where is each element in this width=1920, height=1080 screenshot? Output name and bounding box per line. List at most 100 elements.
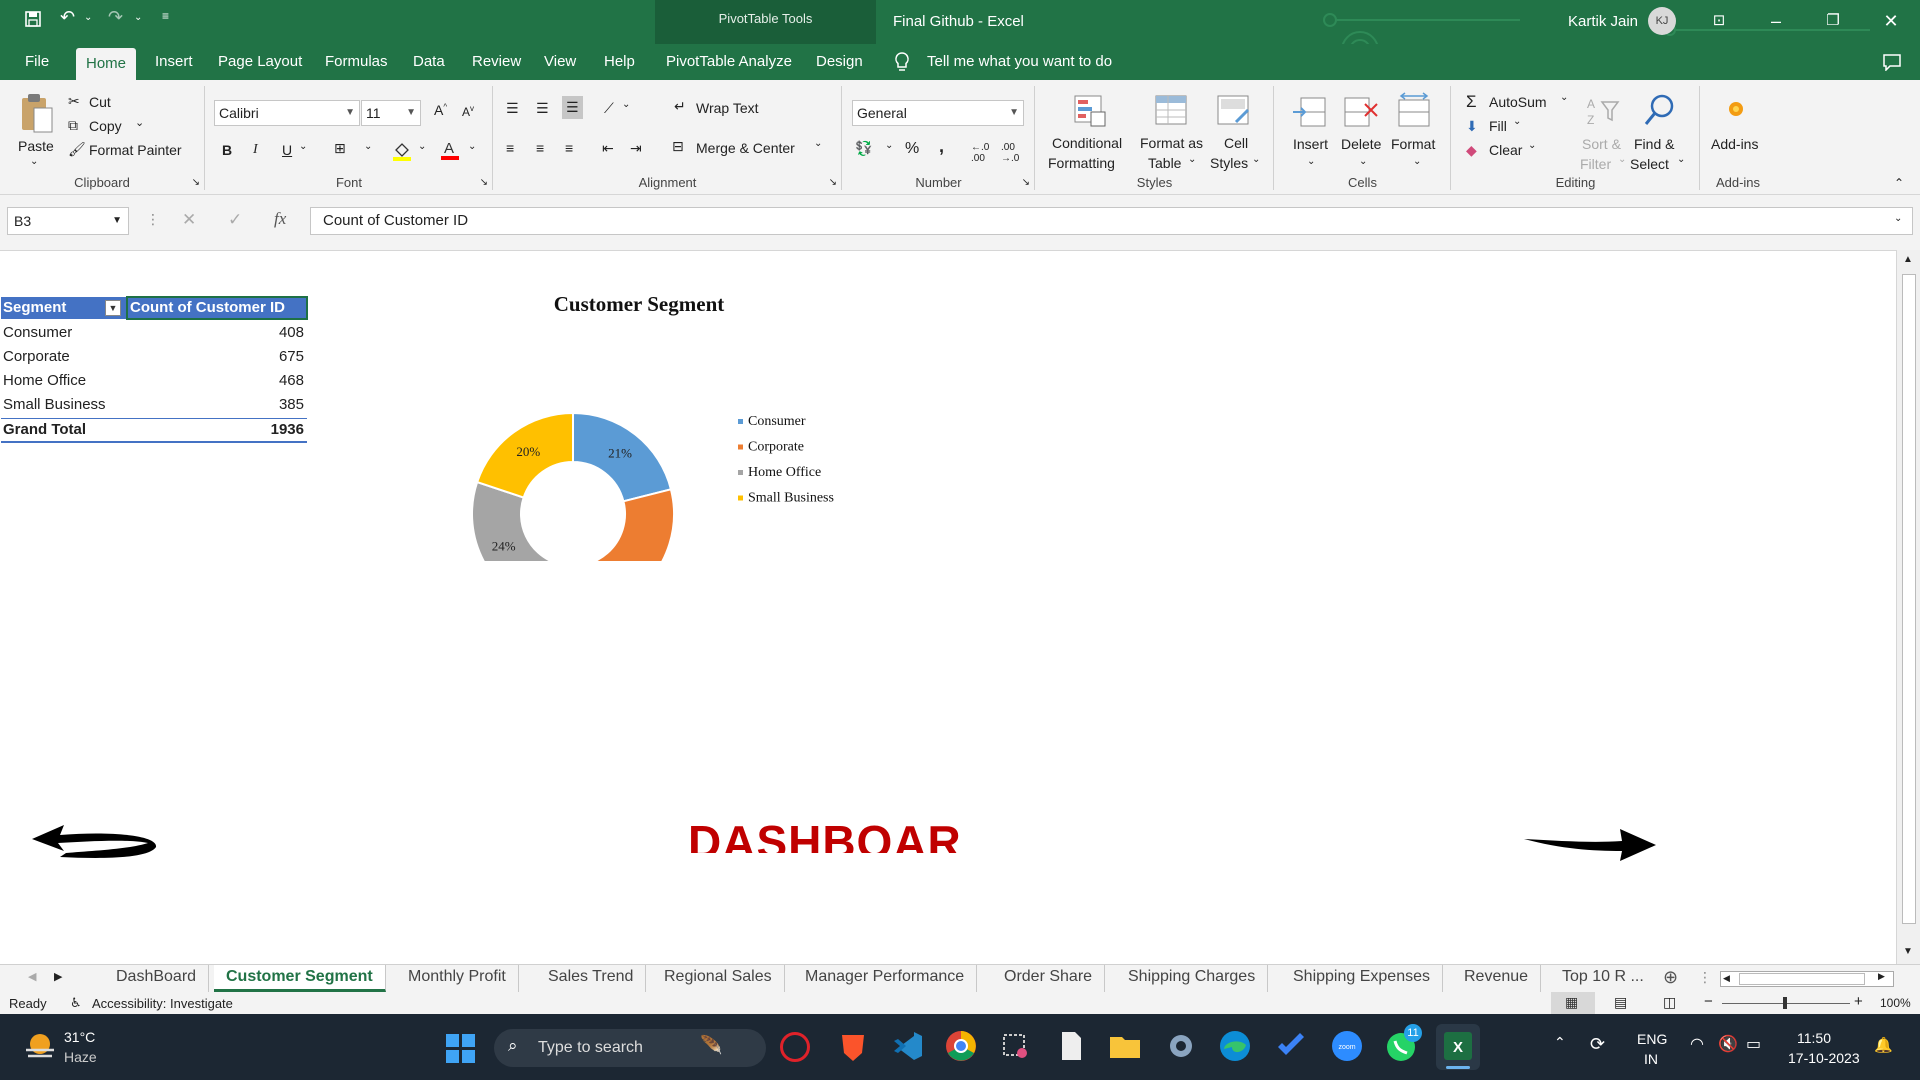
user-name[interactable]: Kartik Jain	[1568, 13, 1638, 30]
fill-button[interactable]: Fill	[1489, 118, 1507, 134]
vscode-icon[interactable]	[890, 1029, 924, 1063]
forward-arrow-icon[interactable]	[1522, 825, 1658, 865]
doughnut-slice-corporate[interactable]	[536, 488, 675, 561]
dashboard-link-wrapper[interactable]: DASHBOARD	[680, 813, 960, 853]
addins-button[interactable]: Add-ins	[1711, 136, 1758, 152]
tab-file[interactable]: File	[15, 44, 59, 80]
fill-color-dropdown-icon[interactable]: ⌄	[418, 141, 426, 152]
pivot-row-label[interactable]: Consumer	[3, 324, 72, 341]
format-as-table-dropdown-icon[interactable]: ⌄	[1188, 154, 1196, 165]
vertical-scrollbar[interactable]: ▲ ▼	[1896, 250, 1920, 964]
insert-dropdown-icon[interactable]: ⌄	[1307, 156, 1315, 167]
user-avatar[interactable]: KJ	[1648, 7, 1676, 35]
clear-button[interactable]: Clear	[1489, 142, 1522, 158]
tab-review[interactable]: Review	[462, 44, 531, 80]
vertical-scroll-thumb[interactable]	[1902, 274, 1916, 924]
brave-icon[interactable]	[836, 1029, 870, 1063]
battery-icon[interactable]: ▭	[1746, 1034, 1761, 1054]
format-painter-button[interactable]: Format Painter	[89, 142, 182, 158]
increase-font-icon[interactable]: A^	[434, 102, 447, 118]
find-select-dropdown-icon[interactable]: ⌄	[1677, 154, 1685, 165]
sheet-tab-top10[interactable]: Top 10 R ...	[1550, 965, 1656, 992]
save-icon[interactable]	[24, 10, 42, 33]
insert-button[interactable]: Insert	[1293, 136, 1328, 152]
expand-formula-bar-icon[interactable]: ⌄	[1894, 213, 1902, 224]
pivot-grand-total-value[interactable]: 1936	[150, 421, 304, 438]
format-button[interactable]: Format	[1391, 136, 1435, 152]
todo-icon[interactable]	[1274, 1029, 1308, 1063]
customize-qat-icon[interactable]: ≡	[162, 9, 169, 23]
comments-icon[interactable]	[1882, 53, 1902, 71]
scroll-down-icon[interactable]: ▼	[1903, 946, 1913, 957]
conditional-formatting-button-line2[interactable]: Formatting	[1048, 155, 1115, 171]
copy-dropdown-icon[interactable]: ⌄	[135, 116, 144, 129]
confirm-entry-icon[interactable]: ✓	[228, 210, 242, 230]
decrease-indent-icon[interactable]: ⇤	[602, 140, 614, 157]
page-layout-view-icon[interactable]: ▤	[1614, 994, 1627, 1011]
undo-dropdown-icon[interactable]: ⌄	[84, 12, 92, 23]
autosum-button[interactable]: AutoSum	[1489, 94, 1547, 110]
find-select-button[interactable]: Find &	[1634, 136, 1674, 152]
sort-filter-button-line2[interactable]: Filter	[1580, 156, 1611, 172]
scroll-up-icon[interactable]: ▲	[1903, 254, 1913, 265]
opera-icon[interactable]	[780, 1032, 810, 1062]
align-top-icon[interactable]: ☰	[506, 100, 519, 117]
bold-button[interactable]: B	[222, 142, 232, 158]
redo-dropdown-icon[interactable]: ⌄	[134, 12, 142, 23]
font-family-select[interactable]: Calibri ▼	[214, 100, 360, 126]
settings-icon[interactable]	[1164, 1029, 1198, 1063]
redo-icon[interactable]: ↷	[108, 7, 123, 28]
clock-time[interactable]: 11:50	[1797, 1030, 1831, 1046]
restore-icon[interactable]: ❐	[1818, 6, 1848, 36]
worksheet-area[interactable]: Segment ▼ Count of Customer ID Consumer …	[0, 250, 1896, 964]
volume-muted-icon[interactable]: 🔇	[1718, 1034, 1738, 1054]
percent-button[interactable]: %	[905, 140, 919, 158]
wifi-icon[interactable]: ◠	[1690, 1034, 1704, 1054]
file-icon[interactable]	[1054, 1029, 1088, 1063]
tab-split-handle-icon[interactable]: ⋮	[1698, 969, 1712, 986]
orientation-icon[interactable]: ⟋	[604, 100, 614, 117]
font-color-dropdown-icon[interactable]: ⌄	[468, 141, 476, 152]
sheet-tab-revenue[interactable]: Revenue	[1452, 965, 1542, 992]
cell-styles-button-line2[interactable]: Styles	[1210, 155, 1248, 171]
align-center-icon[interactable]: ≡	[536, 140, 544, 156]
tell-me-search[interactable]: Tell me what you want to do	[927, 44, 1112, 80]
edge-icon[interactable]	[1218, 1029, 1252, 1063]
paste-dropdown-icon[interactable]: ⌄	[30, 156, 38, 167]
delete-button[interactable]: Delete	[1341, 136, 1381, 152]
sync-icon[interactable]: ⟳	[1590, 1034, 1605, 1055]
format-dropdown-icon[interactable]: ⌄	[1413, 156, 1421, 167]
sheet-tab-shipping-expenses[interactable]: Shipping Expenses	[1281, 965, 1443, 992]
cancel-entry-icon[interactable]: ✕	[182, 210, 196, 230]
zoom-in-icon[interactable]: +	[1854, 993, 1863, 1010]
decrease-font-icon[interactable]: Av	[462, 104, 474, 119]
number-format-select[interactable]: General ▼	[852, 100, 1024, 126]
customer-segment-chart[interactable]: Customer Segment 21%35%24%20% ConsumerCo…	[440, 291, 880, 561]
accessibility-status[interactable]: Accessibility: Investigate	[92, 996, 233, 1011]
paste-icon[interactable]	[18, 92, 54, 134]
scroll-right-icon[interactable]: ▶	[1878, 971, 1885, 982]
font-color-icon[interactable]: A	[440, 138, 460, 162]
insert-function-button[interactable]: fx	[274, 209, 286, 229]
undo-icon[interactable]: ↶	[60, 7, 75, 28]
tab-data[interactable]: Data	[403, 44, 455, 80]
weather-haze-icon[interactable]	[22, 1030, 56, 1062]
align-right-icon[interactable]: ≡	[565, 140, 573, 156]
increase-indent-icon[interactable]: ⇥	[630, 140, 642, 157]
sheet-tab-customer-segment[interactable]: Customer Segment	[214, 965, 386, 992]
align-bottom-icon[interactable]: ☰	[562, 96, 583, 119]
fill-color-icon[interactable]	[392, 140, 412, 162]
wrap-text-button[interactable]: Wrap Text	[696, 100, 759, 116]
next-sheet-icon[interactable]: ▶	[54, 970, 62, 983]
autosum-dropdown-icon[interactable]: ⌄	[1560, 92, 1568, 103]
prev-sheet-icon[interactable]: ◀	[28, 970, 36, 983]
tab-pivottable-analyze[interactable]: PivotTable Analyze	[656, 44, 802, 80]
sheet-tab-regional-sales[interactable]: Regional Sales	[652, 965, 785, 992]
pivot-row-value[interactable]: 468	[150, 372, 304, 389]
zoom-slider-thumb[interactable]	[1783, 997, 1787, 1009]
sheet-tab-manager-performance[interactable]: Manager Performance	[793, 965, 978, 992]
horizontal-scrollbar[interactable]: ◀	[1720, 971, 1894, 987]
underline-button[interactable]: U	[282, 142, 292, 158]
filter-dropdown-icon[interactable]: ▼	[105, 300, 121, 316]
accounting-dropdown-icon[interactable]: ⌄	[885, 140, 893, 151]
